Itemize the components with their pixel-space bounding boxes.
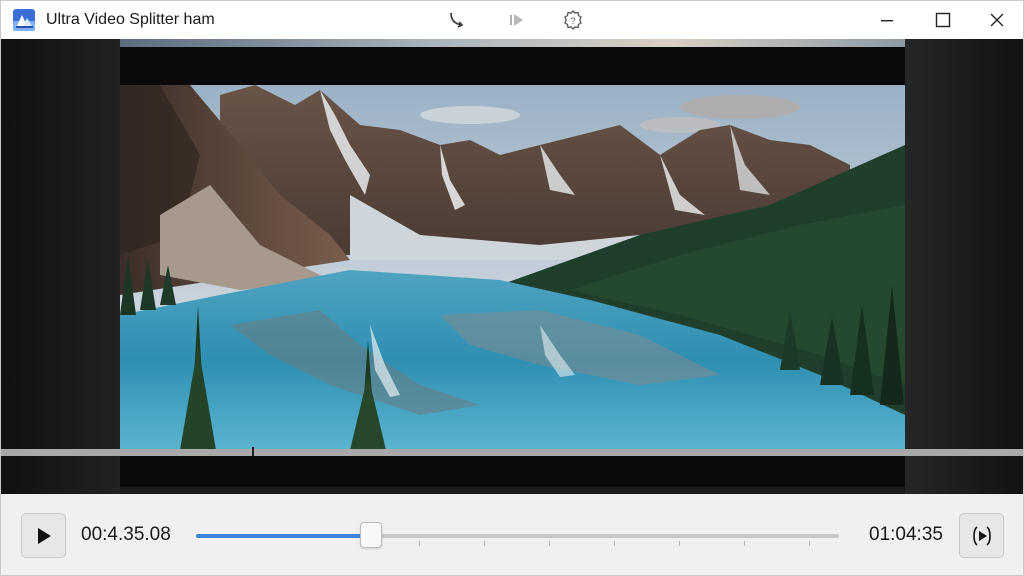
video-side-panel-right — [905, 39, 1023, 494]
title-bar: Ultra Video Splitter ham ? — [1, 1, 1023, 39]
timeline-strip[interactable] — [1, 449, 1023, 456]
undo-icon[interactable] — [445, 9, 467, 31]
minimize-icon — [881, 20, 893, 22]
skip-icon — [972, 525, 991, 546]
video-viewport[interactable] — [1, 39, 1023, 494]
maximize-icon — [935, 12, 951, 28]
maximize-button[interactable] — [917, 1, 969, 39]
app-window: Ultra Video Splitter ham ? 00:4.35.08 01… — [0, 0, 1024, 576]
forward-icon[interactable] — [506, 9, 528, 31]
video-side-panel-left — [1, 39, 120, 494]
slider-ticks — [196, 541, 839, 547]
slider-progress-fill — [196, 534, 371, 538]
svg-text:?: ? — [570, 16, 575, 26]
close-icon — [990, 13, 1004, 27]
close-button[interactable] — [971, 1, 1023, 39]
current-time: 00:4.35.08 — [81, 524, 171, 545]
timeline-marker[interactable] — [252, 447, 254, 456]
settings-icon[interactable]: ? — [562, 9, 584, 31]
player-controls: 00:4.35.08 01:04:35 — [1, 494, 1023, 575]
window-title: Ultra Video Splitter ham — [46, 11, 215, 28]
slider-thumb[interactable] — [360, 522, 382, 548]
skip-button[interactable] — [959, 513, 1004, 558]
total-time: 01:04:35 — [869, 524, 943, 545]
letterbox-top — [120, 39, 905, 85]
play-icon — [37, 527, 51, 544]
minimize-button[interactable] — [861, 1, 913, 39]
play-button[interactable] — [21, 513, 66, 558]
video-frame[interactable] — [120, 85, 905, 450]
app-logo-icon — [13, 9, 35, 31]
mountain-lake-icon — [120, 85, 905, 450]
seek-slider[interactable] — [196, 521, 839, 551]
